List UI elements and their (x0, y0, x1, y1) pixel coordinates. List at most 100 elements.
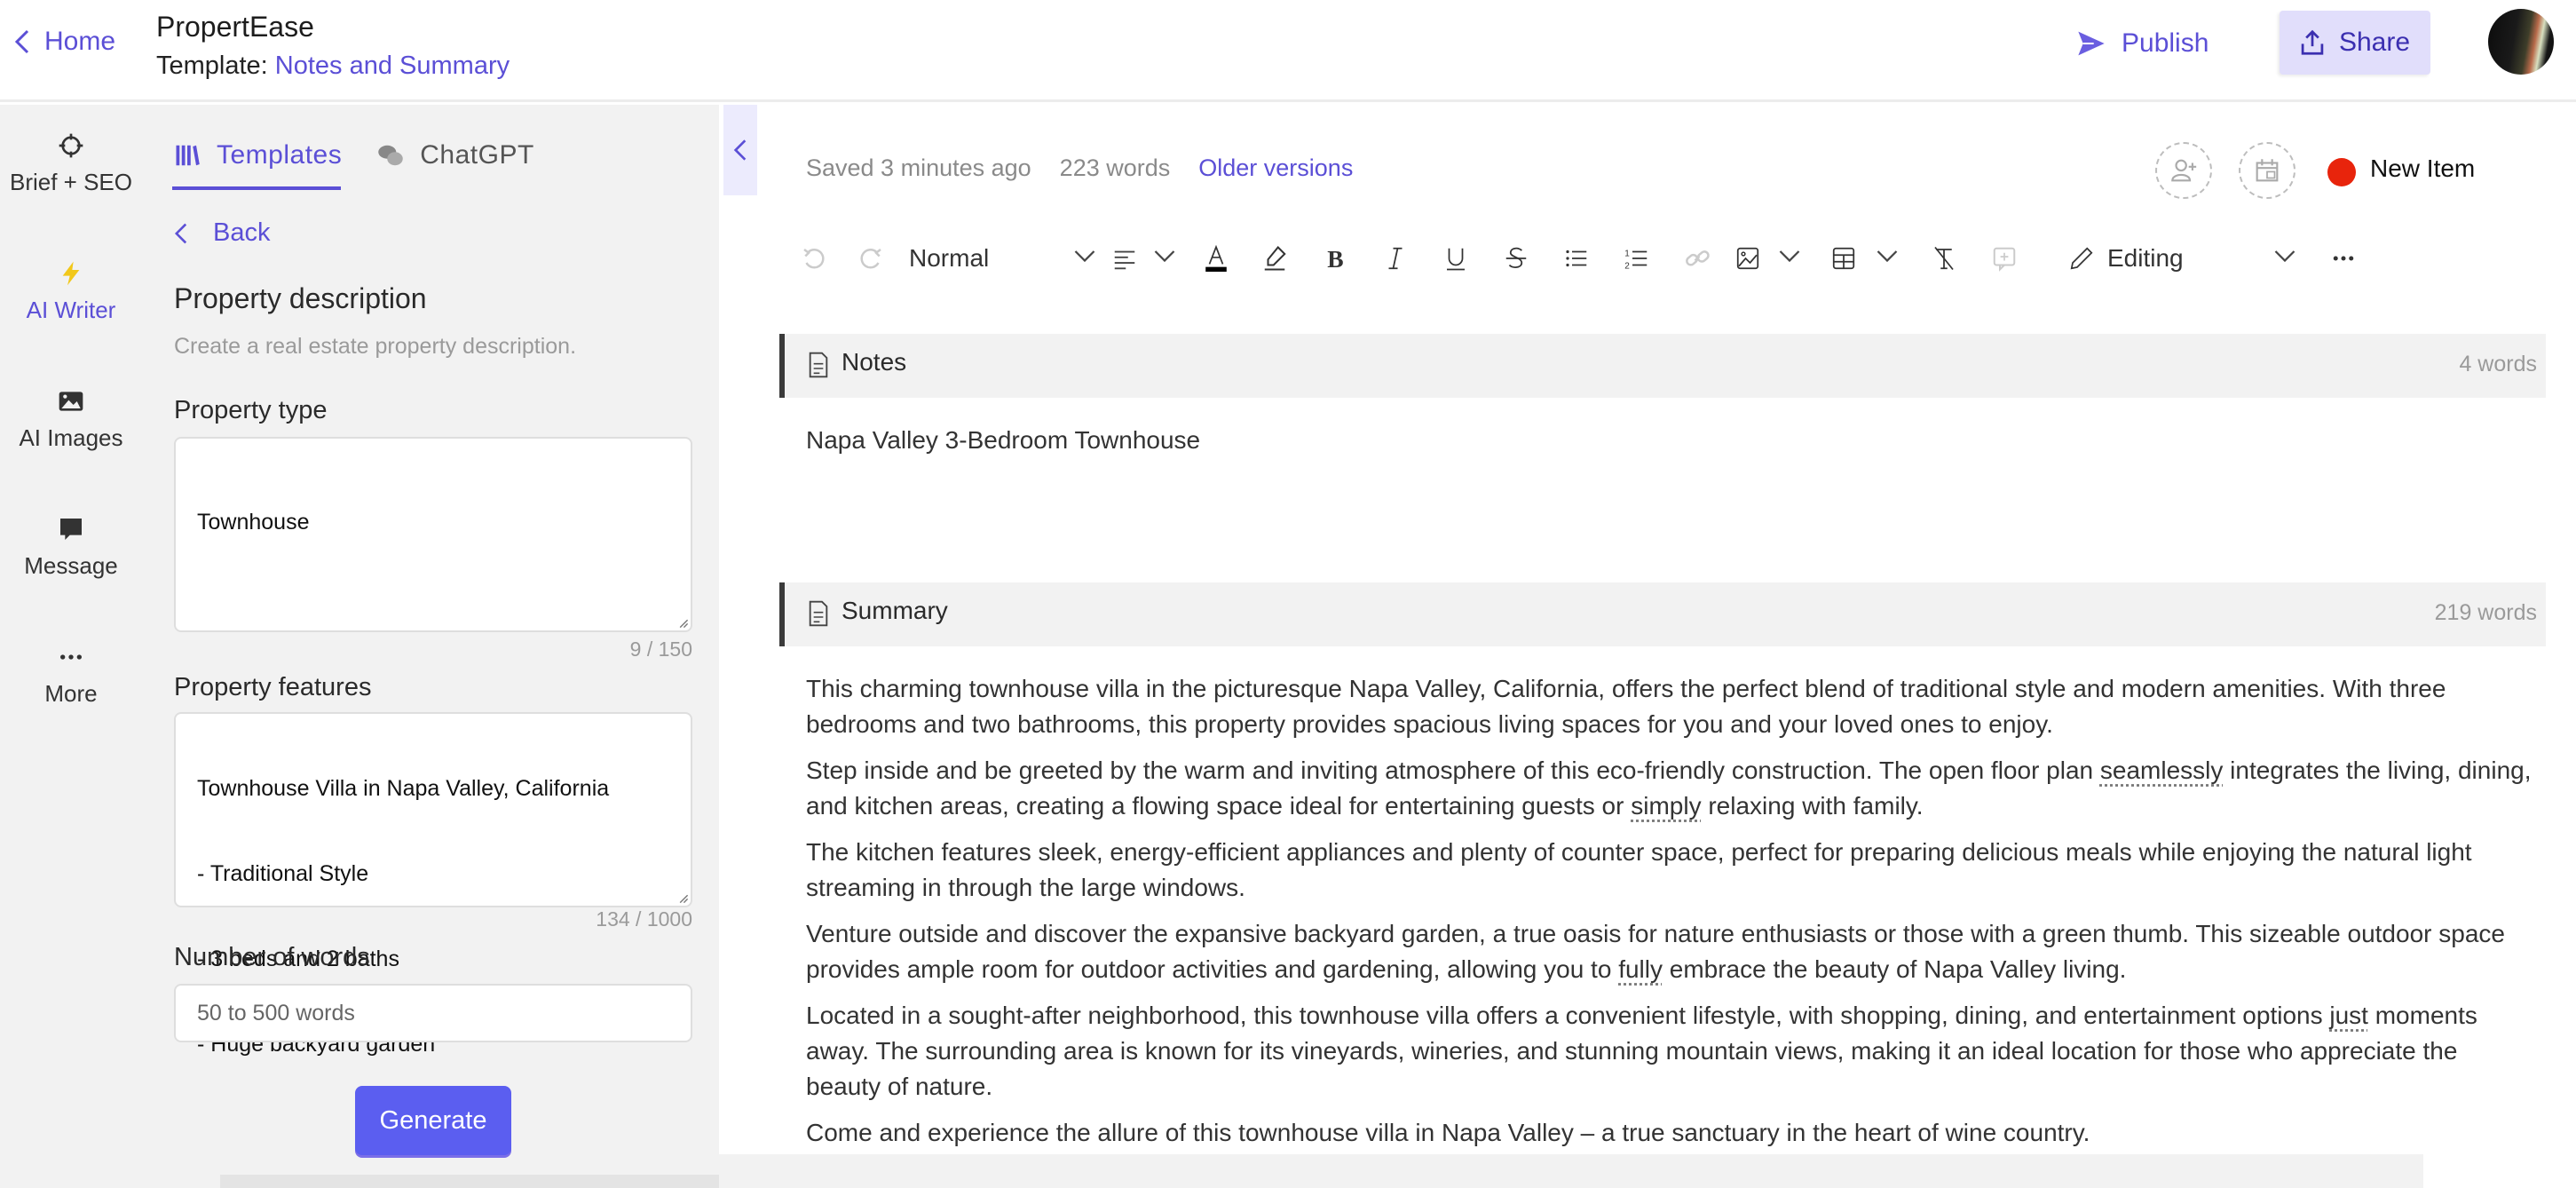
status-dropdown[interactable]: New Item (2370, 154, 2475, 183)
paragraph-text: Come and experience the allure of this t… (806, 1119, 2090, 1146)
template-prefix: Template: (156, 51, 268, 80)
rail-label: More (44, 680, 98, 707)
avatar[interactable] (2488, 9, 2554, 75)
more-icon (60, 654, 82, 660)
underline-button[interactable] (1438, 236, 1474, 281)
chat-bubble-icon (60, 519, 82, 540)
paragraph-text: embrace the beauty of Napa Valley living… (1662, 955, 2127, 983)
rail-label: Message (24, 552, 118, 579)
collapse-panel-button[interactable] (723, 105, 757, 195)
undo-button[interactable] (795, 236, 831, 281)
bold-button[interactable]: B (1317, 236, 1353, 281)
insert-image-dropdown[interactable] (1734, 236, 1800, 281)
property-type-counter: 9 / 150 (629, 638, 692, 661)
feature-line: - Traditional Style (197, 861, 369, 886)
resize-handle-icon[interactable] (676, 891, 689, 904)
redo-button[interactable] (854, 236, 889, 281)
share-button[interactable]: Share (2280, 11, 2430, 75)
home-link[interactable]: Home (12, 27, 115, 57)
rail-label: Brief + SEO (10, 169, 132, 195)
chevron-down-icon (1074, 249, 1095, 262)
template-name-link[interactable]: Notes and Summary (275, 51, 510, 80)
insert-table-dropdown[interactable] (1830, 236, 1898, 281)
font-color-button[interactable] (1197, 236, 1236, 281)
clear-formatting-button[interactable] (1926, 236, 1962, 281)
status-indicator (2327, 158, 2356, 186)
tab-templates[interactable]: Templates (174, 131, 342, 179)
section-title: Notes (842, 348, 907, 376)
assign-user-button[interactable] (2155, 142, 2212, 199)
bullet-list-button[interactable] (1559, 236, 1594, 281)
templates-panel: Templates ChatGPT Back Property descript… (142, 105, 859, 1188)
strikethrough-button[interactable] (1498, 236, 1534, 281)
back-label: Back (213, 218, 271, 247)
redo-icon (860, 249, 881, 269)
summary-section-header[interactable]: Summary 219 words (779, 582, 2546, 646)
paragraph-text: Step inside and be greeted by the warm a… (806, 756, 2100, 784)
crosshair-icon (59, 133, 83, 158)
italic-icon (1388, 247, 1403, 270)
older-versions-link[interactable]: Older versions (1198, 154, 1353, 182)
chevron-down-icon (1877, 249, 1898, 262)
rail-item-message[interactable]: Message (0, 515, 142, 580)
spelling-flag[interactable]: fully (1618, 955, 1663, 983)
word-count: 223 words (1059, 154, 1171, 181)
generate-button[interactable]: Generate (355, 1086, 511, 1155)
number-of-words-input[interactable]: 50 to 500 words (174, 984, 692, 1042)
back-link[interactable]: Back (174, 218, 270, 248)
chevron-left-icon (174, 223, 187, 243)
section-title: Summary (842, 597, 948, 624)
bottom-scrollbar[interactable] (719, 1154, 2423, 1188)
editor-area: Saved 3 minutes ago 223 words Older vers… (719, 105, 2576, 1188)
paragraph-text: The kitchen features sleek, energy-effic… (806, 838, 2472, 901)
rail-item-ai-images[interactable]: AI Images (0, 387, 142, 452)
text-style-dropdown[interactable]: Normal (909, 236, 1095, 281)
summary-paragraph: This charming townhouse villa in the pic… (806, 671, 2537, 742)
feature-line: Townhouse Villa in Napa Valley, Californ… (197, 776, 610, 801)
summary-paragraph: Step inside and be greeted by the warm a… (806, 753, 2537, 824)
align-dropdown[interactable] (1111, 236, 1175, 281)
property-type-value: Townhouse (197, 510, 310, 535)
publish-button[interactable]: Publish (2077, 23, 2209, 64)
template-title: Property description (174, 282, 427, 314)
rail-item-brief-seo[interactable]: Brief + SEO (0, 131, 142, 196)
template-description: Create a real estate property descriptio… (174, 334, 577, 359)
comment-button[interactable] (1987, 236, 2022, 281)
pencil-icon (2070, 247, 2093, 270)
number-of-words-label: Number of words (174, 943, 370, 971)
editing-mode-dropdown[interactable]: Editing (2068, 236, 2295, 281)
chevron-left-icon (733, 139, 747, 161)
resize-handle-icon[interactable] (676, 616, 689, 629)
schedule-button[interactable] (2239, 142, 2295, 199)
tab-label: ChatGPT (420, 140, 534, 170)
spelling-flag[interactable]: just (2329, 1002, 2368, 1029)
bullet-list-icon (1566, 249, 1587, 267)
numbered-list-icon: 12 (1624, 249, 1648, 271)
font-color-icon (1205, 245, 1227, 272)
more-options-button[interactable] (2326, 236, 2361, 281)
notes-content[interactable]: Napa Valley 3-Bedroom Townhouse (806, 426, 1200, 455)
tab-chatgpt[interactable]: ChatGPT (377, 131, 534, 179)
spelling-flag[interactable]: simply (1631, 792, 1701, 820)
property-features-counter: 134 / 1000 (596, 907, 692, 931)
spelling-flag[interactable]: seamlessly (2100, 756, 2223, 784)
italic-button[interactable] (1378, 236, 1413, 281)
rail-item-ai-writer[interactable]: AI Writer (0, 259, 142, 324)
icon-rail: Brief + SEO AI Writer AI Images Message … (0, 105, 142, 1188)
property-type-field[interactable]: Townhouse (174, 437, 692, 632)
property-features-field[interactable]: Townhouse Villa in Napa Valley, Californ… (174, 712, 692, 1057)
link-button[interactable] (1679, 236, 1715, 281)
paragraph-text: relaxing with family. (1701, 792, 1924, 820)
document-meta: Saved 3 minutes ago 223 words Older vers… (806, 154, 1353, 182)
summary-content[interactable]: This charming townhouse villa in the pic… (806, 671, 2537, 1161)
editing-mode-value: Editing (2107, 244, 2184, 272)
property-features-label: Property features (174, 673, 372, 701)
panel-tabs: Templates ChatGPT (174, 131, 534, 179)
summary-paragraph: Venture outside and discover the expansi… (806, 916, 2537, 987)
numbered-list-button[interactable]: 12 (1619, 236, 1655, 281)
property-type-label: Property type (174, 396, 328, 424)
highlight-button[interactable] (1257, 236, 1292, 281)
notes-section-header[interactable]: Notes 4 words (779, 334, 2546, 398)
rail-label: AI Writer (26, 297, 116, 323)
rail-item-more[interactable]: More (0, 643, 142, 708)
